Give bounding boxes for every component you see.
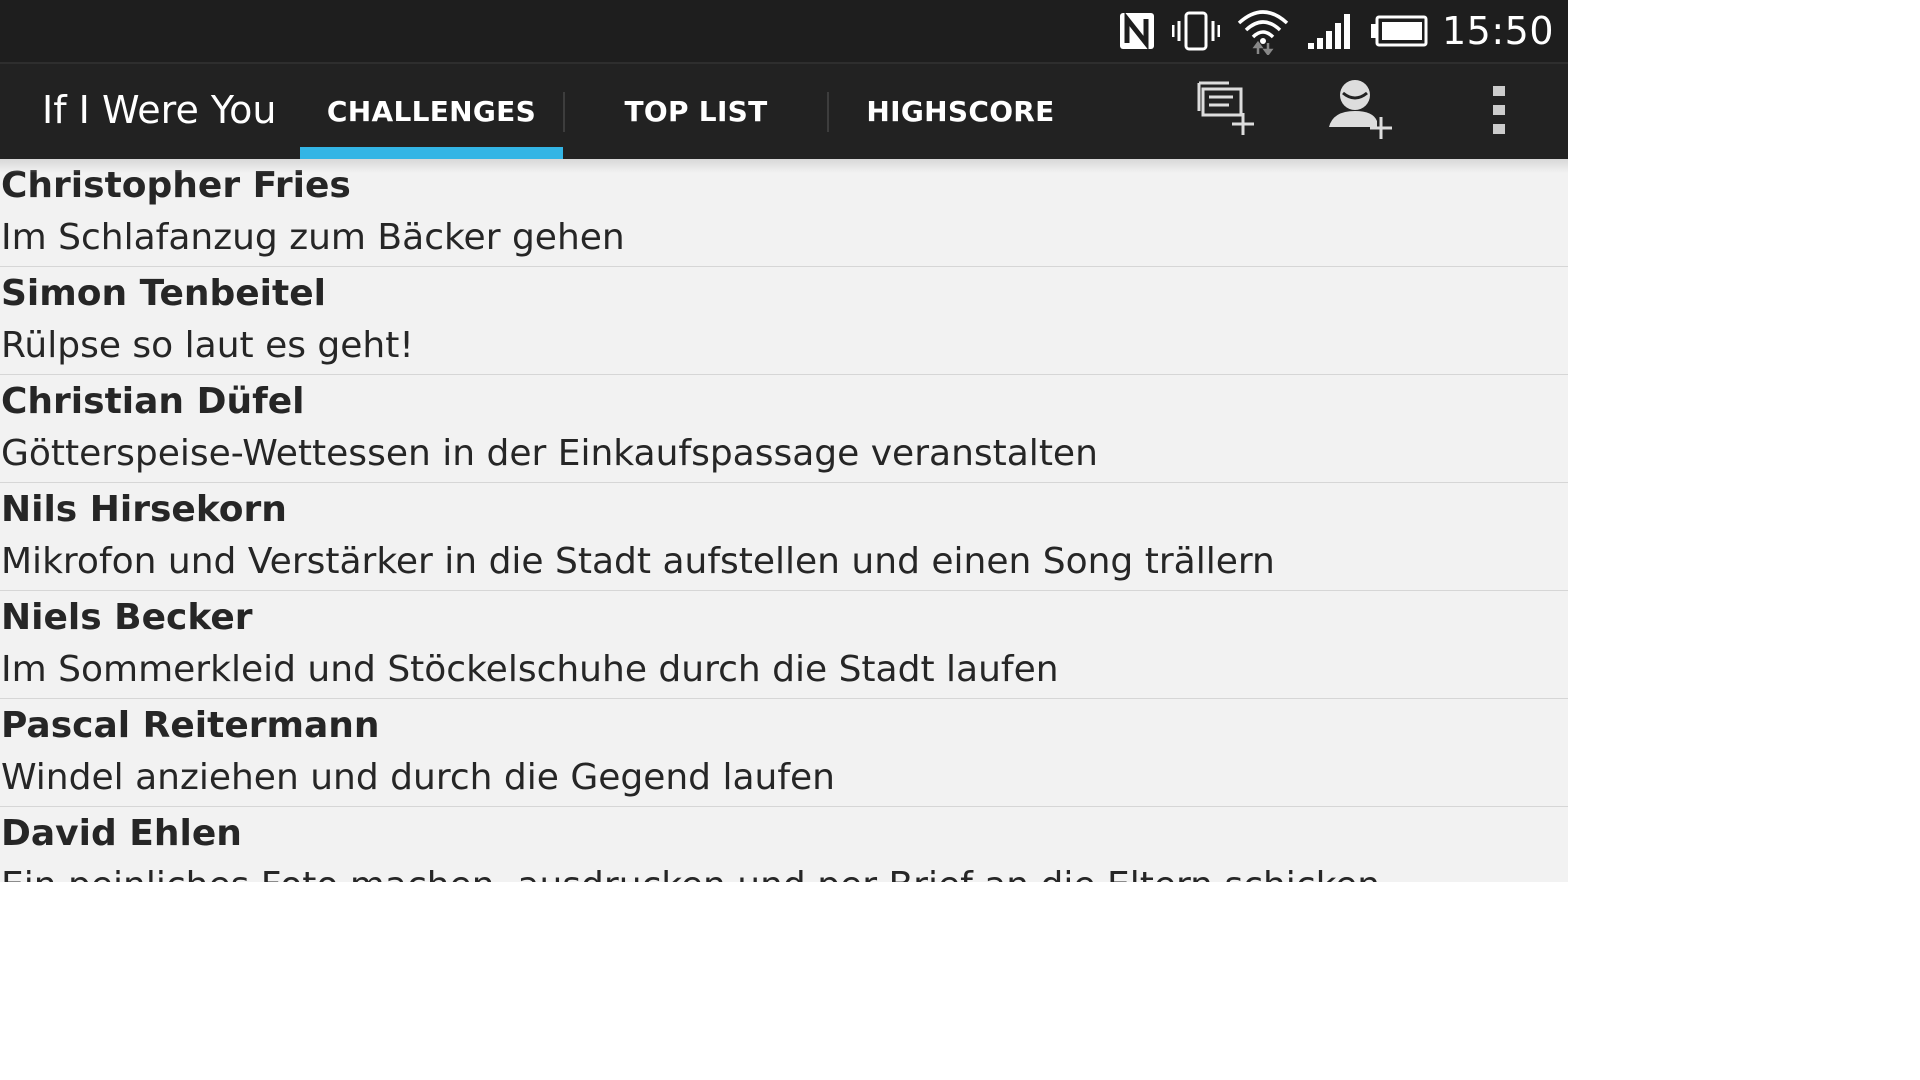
list-item[interactable]: Simon Tenbeitel Rülpse so laut es geht! — [0, 267, 1568, 375]
challenger-name: Simon Tenbeitel — [1, 273, 326, 314]
tab-highscore-label: HIGHSCORE — [866, 95, 1055, 128]
status-time: 15:50 — [1441, 9, 1554, 53]
list-item[interactable]: Nils Hirsekorn Mikrofon und Verstärker i… — [0, 483, 1568, 591]
action-bar: If I Were You CHALLENGES TOP LIST HIGHSC… — [0, 62, 1568, 159]
challenger-name: David Ehlen — [1, 813, 242, 854]
status-bar: 15:50 — [0, 0, 1568, 62]
tab-top-list[interactable]: TOP LIST — [565, 64, 827, 159]
challenge-text: Mikrofon und Verstärker in die Stadt auf… — [1, 541, 1275, 582]
app-title: If I Were You — [42, 88, 277, 132]
challenger-name: Christian Düfel — [1, 381, 305, 422]
tab-highscore[interactable]: HIGHSCORE — [829, 64, 1092, 159]
list-item[interactable]: Niels Becker Im Sommerkleid und Stöckels… — [0, 591, 1568, 699]
add-friend-icon — [1325, 77, 1397, 148]
challenge-text: Windel anziehen und durch die Gegend lau… — [1, 757, 835, 798]
challenge-text: Im Sommerkleid und Stöckelschuhe durch d… — [1, 649, 1059, 690]
challenge-text: Rülpse so laut es geht! — [1, 325, 414, 366]
wifi-icon — [1236, 9, 1290, 55]
tab-challenges-label: CHALLENGES — [326, 95, 537, 128]
challenge-text: Ein peinliches Foto machen, ausdrucken u… — [1, 865, 1380, 882]
battery-icon — [1370, 9, 1428, 53]
list-item[interactable]: Christopher Fries Im Schlafanzug zum Bäc… — [0, 159, 1568, 267]
selected-tab-indicator — [300, 147, 563, 159]
challenger-name: Nils Hirsekorn — [1, 489, 287, 530]
nfc-icon — [1118, 9, 1156, 53]
challenger-name: Christopher Fries — [1, 165, 351, 206]
signal-icon — [1306, 9, 1354, 53]
challenge-text: Im Schlafanzug zum Bäcker gehen — [1, 217, 625, 258]
list-item[interactable]: David Ehlen Ein peinliches Foto machen, … — [0, 807, 1568, 882]
add-friend-button[interactable] — [1316, 72, 1406, 152]
challenge-list[interactable]: Christopher Fries Im Schlafanzug zum Bäc… — [0, 159, 1568, 882]
challenger-name: Niels Becker — [1, 597, 253, 638]
tab-top-list-label: TOP LIST — [624, 95, 768, 128]
list-item[interactable]: Pascal Reitermann Windel anziehen und du… — [0, 699, 1568, 807]
vibrate-icon — [1171, 9, 1220, 53]
overflow-menu-button[interactable] — [1454, 72, 1544, 152]
add-challenge-icon — [1189, 79, 1261, 146]
challenge-text: Götterspeise-Wettessen in der Einkaufspa… — [1, 433, 1098, 474]
tab-challenges[interactable]: CHALLENGES — [300, 64, 563, 159]
challenger-name: Pascal Reitermann — [1, 705, 380, 746]
overflow-menu-icon — [1491, 84, 1507, 141]
list-item[interactable]: Christian Düfel Götterspeise-Wettessen i… — [0, 375, 1568, 483]
add-challenge-button[interactable] — [1180, 72, 1270, 152]
